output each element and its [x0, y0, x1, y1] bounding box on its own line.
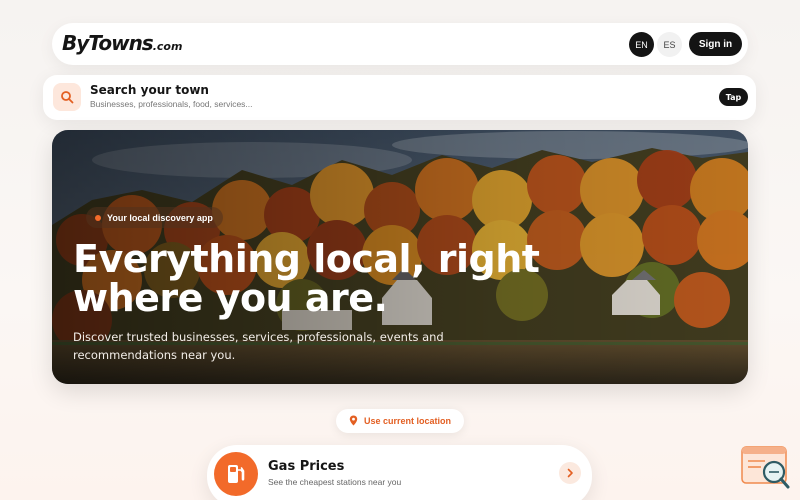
town-search-bar[interactable]: Search your town Businesses, professiona…: [43, 75, 756, 120]
hero-banner: Your local discovery app Everything loca…: [52, 130, 748, 384]
bytowns-logo[interactable]: ByTowns.com: [62, 31, 182, 55]
logo-main-text: ByTowns: [62, 31, 154, 55]
search-icon: [53, 83, 81, 111]
card-title: Gas Prices: [268, 459, 345, 474]
hero-description: Discover trusted businesses, services, p…: [73, 330, 444, 362]
search-page-icon: [741, 446, 790, 489]
chevron-right-icon[interactable]: [559, 462, 581, 484]
badge-label: Your local discovery app: [107, 212, 213, 223]
location-label: Use current location: [363, 416, 452, 426]
sign-in-button[interactable]: Sign in: [689, 32, 742, 56]
top-header: ByTowns.com EN ES Sign in: [52, 23, 748, 65]
use-current-location-button[interactable]: Use current location: [336, 409, 464, 433]
map-pin-icon: [349, 415, 358, 428]
headline-line-2: where you are.: [73, 276, 388, 320]
language-en-button[interactable]: EN: [629, 32, 654, 57]
hero-headline: Everything local, right where you are.: [73, 240, 593, 318]
card-subtitle: See the cheapest stations near you: [268, 477, 402, 487]
search-title: Search your town: [90, 83, 209, 97]
gas-prices-card[interactable]: Gas Prices See the cheapest stations nea…: [207, 445, 592, 500]
logo-tld-text: .com: [152, 40, 183, 53]
discovery-badge: Your local discovery app: [86, 207, 223, 228]
gas-pump-icon: [214, 452, 258, 496]
badge-dot-icon: [95, 215, 101, 221]
headline-line-1: Everything local, right: [73, 237, 540, 281]
language-es-button[interactable]: ES: [657, 32, 682, 57]
search-placeholder: Businesses, professionals, food, service…: [90, 99, 253, 109]
tap-button[interactable]: Tap: [719, 88, 748, 106]
